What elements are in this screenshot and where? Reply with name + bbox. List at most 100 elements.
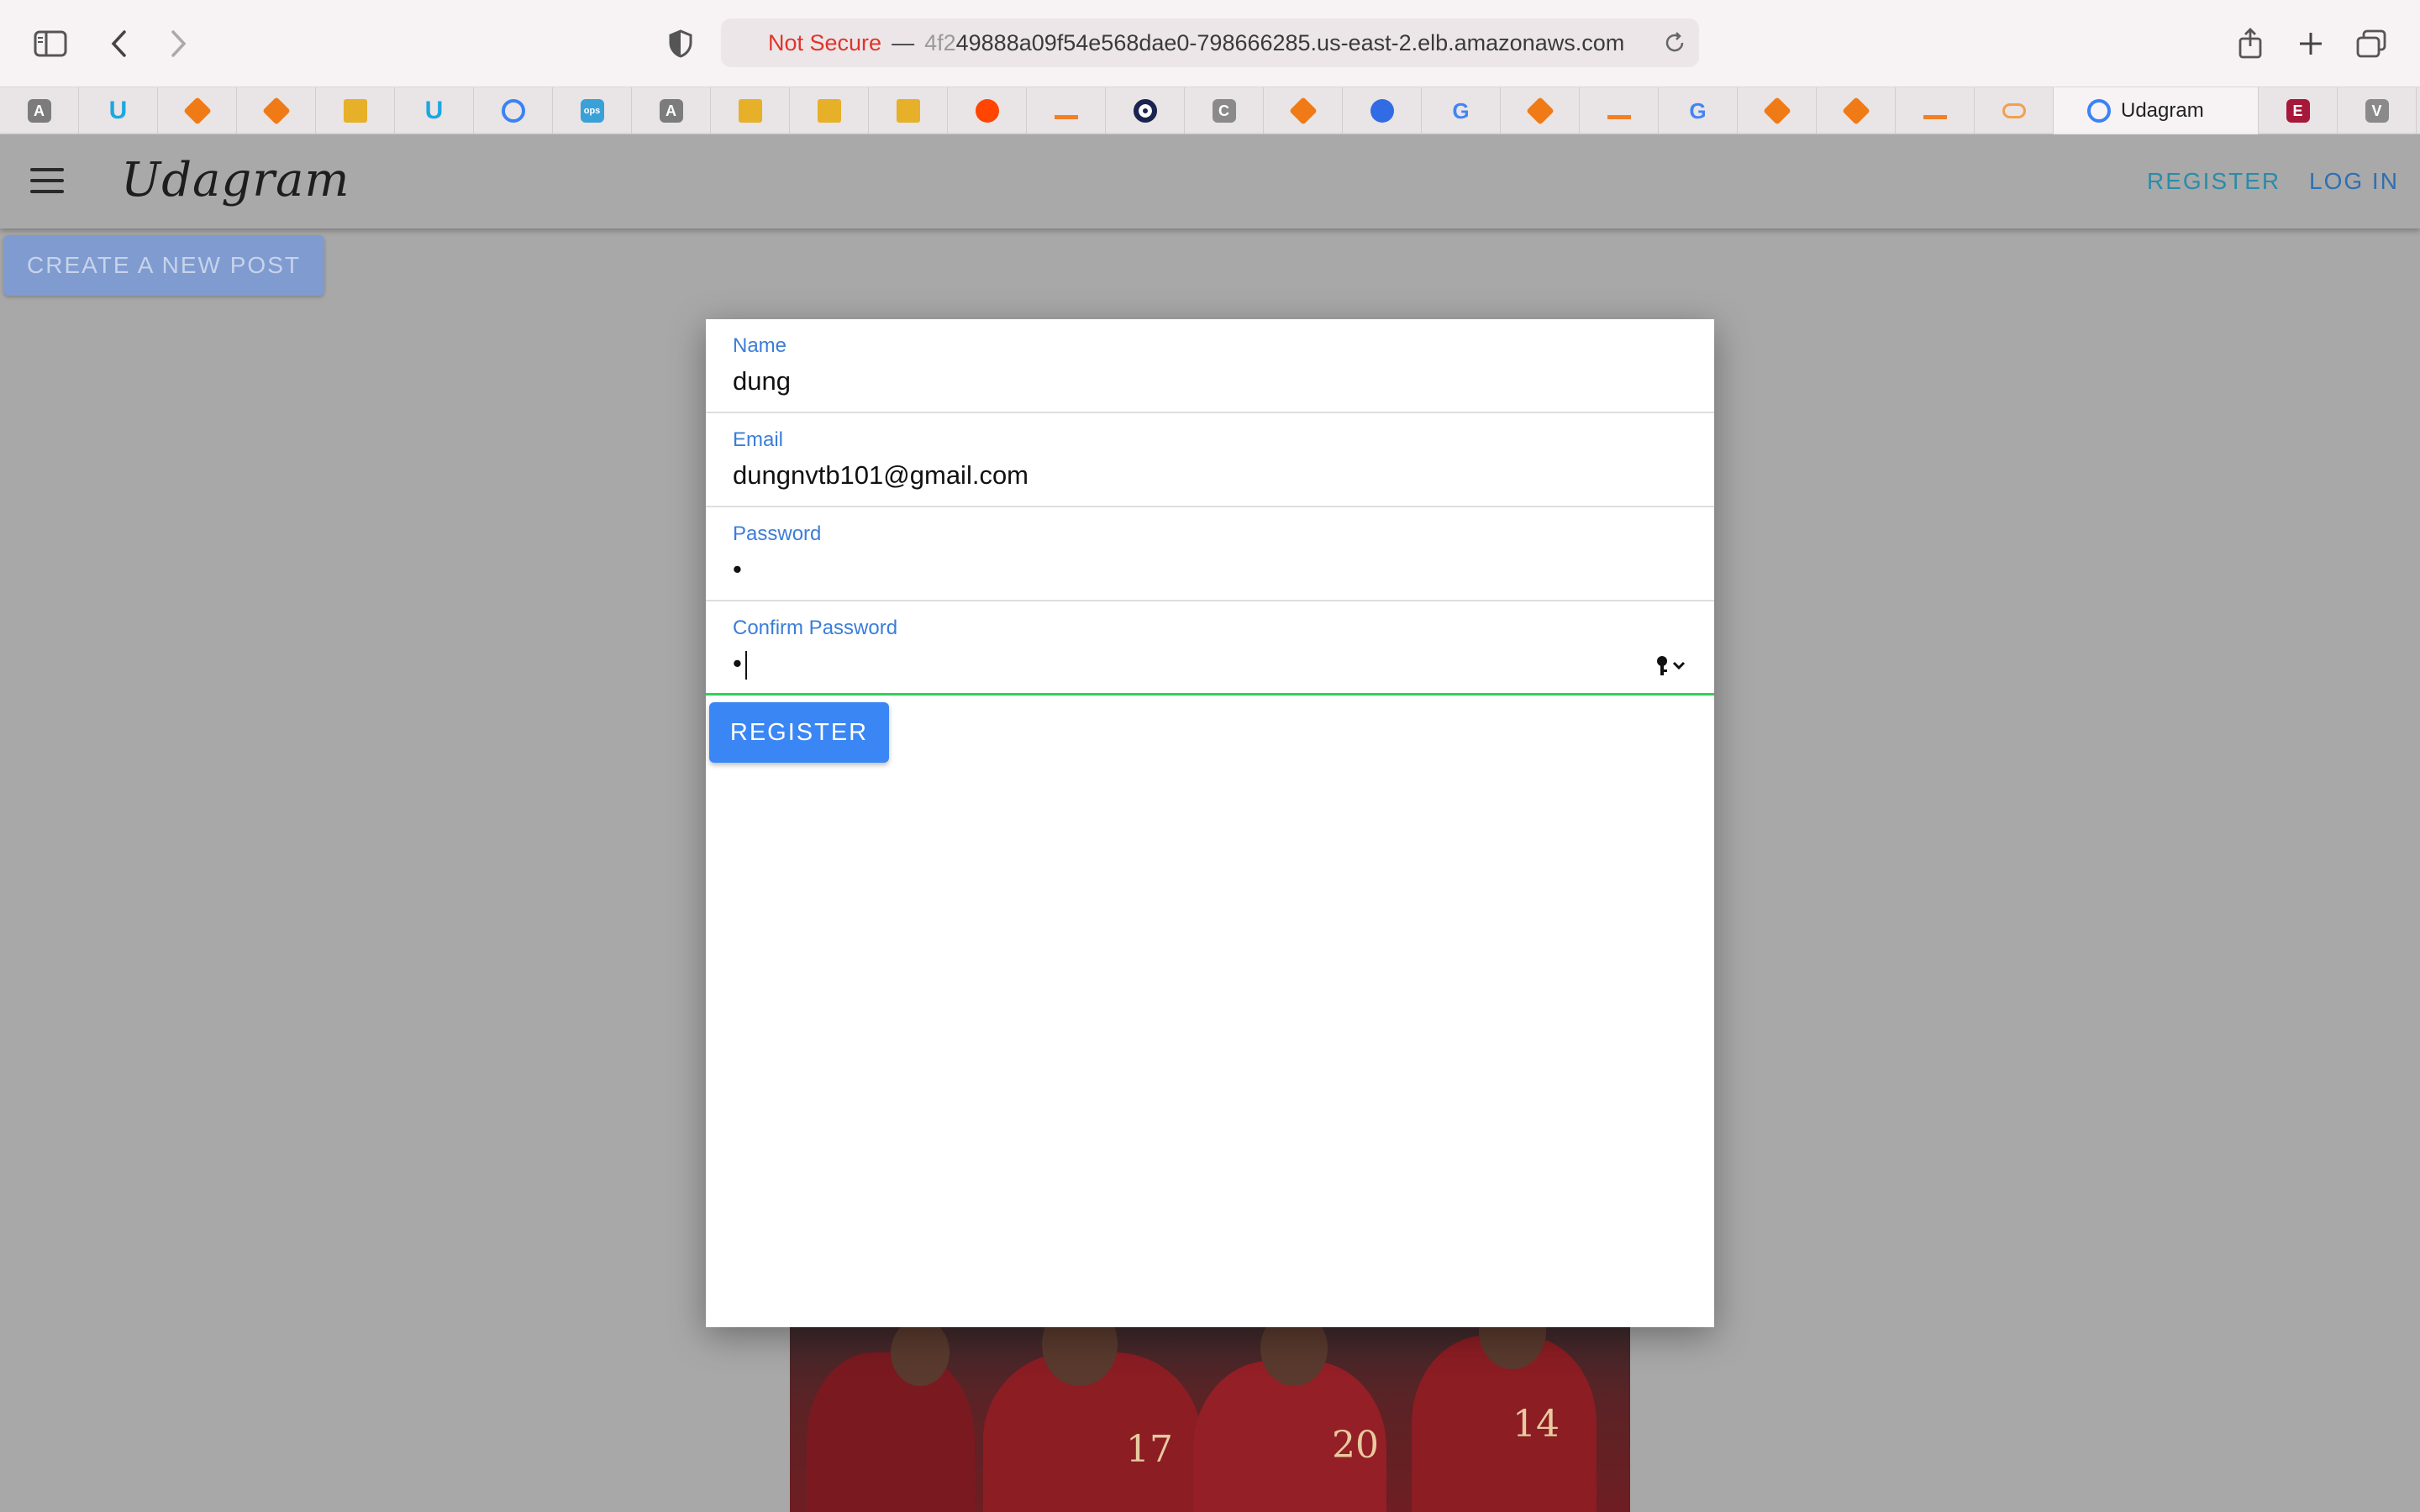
browser-tab[interactable] bbox=[948, 87, 1027, 134]
e-book-icon: E bbox=[2286, 99, 2310, 123]
google-icon: G bbox=[1452, 97, 1470, 123]
udacity-icon: U bbox=[108, 97, 128, 124]
app-header: Udagram REGISTER LOG IN bbox=[0, 134, 2420, 228]
browser-tab[interactable] bbox=[237, 87, 316, 134]
ionic-icon bbox=[2087, 99, 2111, 123]
browser-tab[interactable] bbox=[1817, 87, 1896, 134]
kubernetes-icon bbox=[1370, 99, 1394, 123]
url-host-prefix: 4f2 bbox=[924, 29, 956, 55]
password-input[interactable]: • bbox=[733, 554, 742, 585]
browser-tab[interactable]: G bbox=[1422, 87, 1501, 134]
google-icon: G bbox=[1689, 97, 1707, 123]
forward-icon[interactable] bbox=[153, 18, 203, 69]
email-input[interactable]: dungnvtb101@gmail.com bbox=[733, 460, 1028, 491]
browser-tab[interactable] bbox=[1580, 87, 1659, 134]
password-key-icon[interactable] bbox=[1654, 654, 1687, 679]
menu-icon[interactable] bbox=[30, 168, 64, 193]
book-icon bbox=[343, 99, 367, 123]
stackoverflow-icon bbox=[1054, 102, 1078, 119]
browser-tab[interactable] bbox=[1975, 87, 2054, 134]
browser-tab[interactable]: G bbox=[1659, 87, 1738, 134]
book-icon bbox=[738, 99, 762, 123]
share-icon[interactable] bbox=[2225, 18, 2275, 69]
confirm-password-label: Confirm Password bbox=[733, 617, 898, 639]
email-label: Email bbox=[733, 428, 784, 451]
browser-tab[interactable]: U bbox=[79, 87, 158, 134]
reddit-icon bbox=[975, 99, 999, 123]
browser-tab[interactable]: V bbox=[2338, 87, 2417, 134]
register-submit-button[interactable]: REGISTER bbox=[709, 702, 889, 763]
password-field[interactable]: Password • bbox=[706, 507, 1714, 601]
browser-tab-active[interactable]: Udagram bbox=[2054, 87, 2259, 134]
ops-icon: ops bbox=[580, 99, 604, 123]
jersey-number: 20 bbox=[1332, 1424, 1379, 1467]
browser-tab[interactable] bbox=[316, 87, 395, 134]
book-icon bbox=[896, 99, 920, 123]
tab-strip: A U Uops A C G G Udagram E V bbox=[0, 87, 2420, 134]
letter-c-icon: C bbox=[1212, 99, 1236, 123]
stackoverflow-icon bbox=[1607, 102, 1631, 119]
letter-a-icon: A bbox=[27, 99, 51, 123]
jersey-number: 14 bbox=[1512, 1403, 1560, 1446]
new-tab-icon[interactable] bbox=[2286, 18, 2336, 69]
name-input[interactable]: dung bbox=[733, 366, 791, 396]
browser-tab[interactable] bbox=[1738, 87, 1817, 134]
tab-overview-icon[interactable] bbox=[2346, 18, 2396, 69]
sidebar-toggle-icon[interactable] bbox=[25, 18, 76, 69]
browser-toolbar: Not Secure — 4f2 49888a09f54e568dae0-798… bbox=[0, 0, 2420, 87]
browser-tab[interactable] bbox=[1343, 87, 1422, 134]
browser-tab[interactable] bbox=[1501, 87, 1580, 134]
aws-cube-icon bbox=[1288, 97, 1318, 125]
browser-tab[interactable] bbox=[474, 87, 553, 134]
browser-tab[interactable] bbox=[1106, 87, 1185, 134]
browser-tab[interactable]: C bbox=[1185, 87, 1264, 134]
feed-photo: 17 20 14 bbox=[790, 1319, 1630, 1512]
password-label: Password bbox=[733, 522, 822, 545]
email-field[interactable]: Email dungnvtb101@gmail.com bbox=[706, 413, 1714, 507]
nav-register-link[interactable]: REGISTER bbox=[2147, 168, 2281, 195]
stackoverflow-icon bbox=[1923, 102, 1947, 119]
reload-icon[interactable] bbox=[1662, 30, 1687, 55]
register-modal: Name dung Email dungnvtb101@gmail.com Pa… bbox=[706, 319, 1714, 1327]
active-tab-label: Udagram bbox=[2121, 99, 2204, 122]
aws-cube-icon bbox=[1841, 97, 1870, 125]
not-secure-label: Not Secure bbox=[768, 29, 882, 55]
aws-cube-icon bbox=[1762, 97, 1791, 125]
confirm-password-field[interactable]: Confirm Password • bbox=[706, 601, 1714, 696]
text-caret bbox=[744, 650, 747, 680]
dark-circle-icon bbox=[1133, 99, 1157, 123]
jersey-number: 17 bbox=[1126, 1428, 1173, 1471]
browser-tab[interactable]: E bbox=[2259, 87, 2338, 134]
url-host: 49888a09f54e568dae0-798666285.us-east-2.… bbox=[955, 29, 1625, 55]
browser-tab[interactable] bbox=[869, 87, 948, 134]
address-separator: — bbox=[892, 29, 915, 55]
browser-tab[interactable] bbox=[1896, 87, 1975, 134]
back-icon[interactable] bbox=[94, 18, 145, 69]
confirm-password-input[interactable]: • bbox=[733, 648, 747, 680]
letter-a-icon: A bbox=[659, 99, 683, 123]
browser-tab[interactable]: ops bbox=[553, 87, 632, 134]
letter-v-icon: V bbox=[2365, 99, 2389, 123]
nav-login-link[interactable]: LOG IN bbox=[2309, 168, 2399, 195]
create-post-button[interactable]: CREATE A NEW POST bbox=[3, 235, 324, 296]
browser-tab[interactable] bbox=[158, 87, 237, 134]
book-icon bbox=[817, 99, 841, 123]
browser-tab[interactable] bbox=[790, 87, 869, 134]
browser-tab[interactable] bbox=[711, 87, 790, 134]
circle-target-icon bbox=[501, 99, 525, 123]
name-label: Name bbox=[733, 334, 787, 357]
brand-logo: Udagram bbox=[121, 153, 350, 207]
aws-cube-icon bbox=[182, 97, 212, 125]
name-field[interactable]: Name dung bbox=[706, 319, 1714, 413]
aws-cube-icon bbox=[261, 97, 291, 125]
browser-tab[interactable]: U bbox=[395, 87, 474, 134]
browser-tab[interactable]: A bbox=[0, 87, 79, 134]
browser-tab[interactable] bbox=[1264, 87, 1343, 134]
privacy-shield-icon[interactable] bbox=[655, 18, 706, 69]
browser-tab[interactable] bbox=[1027, 87, 1106, 134]
browser-tab[interactable]: A bbox=[632, 87, 711, 134]
udacity-icon: U bbox=[424, 97, 444, 124]
address-bar[interactable]: Not Secure — 4f2 49888a09f54e568dae0-798… bbox=[721, 18, 1699, 67]
aws-cube-icon bbox=[1525, 97, 1555, 125]
cloud-icon bbox=[2002, 103, 2026, 118]
